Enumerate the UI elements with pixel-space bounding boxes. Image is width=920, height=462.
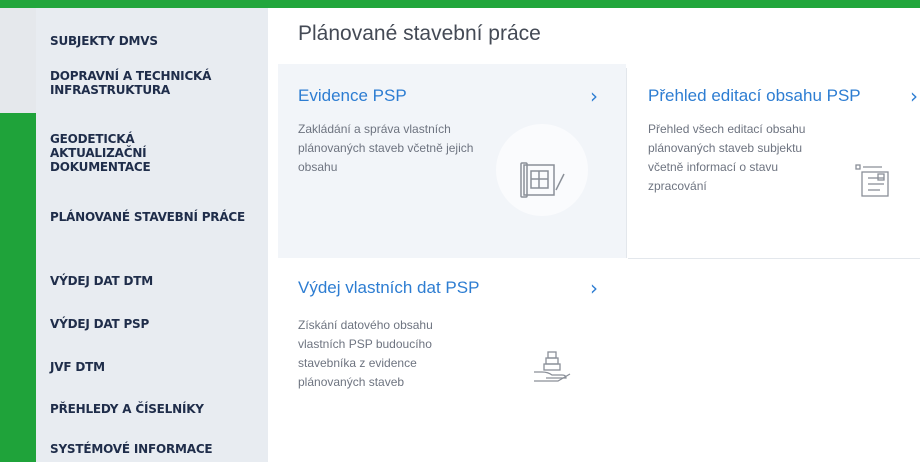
card-vydej-vlastnich-dat-description: Získání datového obsahu vlastních PSP bu… — [298, 318, 433, 389]
hand-data-icon — [534, 351, 571, 382]
top-accent-bar — [0, 0, 920, 8]
card-prehled-editaci-title[interactable]: Přehled editací obsahu PSP — [648, 86, 861, 106]
chevron-right-icon[interactable]: › — [910, 86, 918, 106]
blueprint-icon — [520, 162, 565, 198]
sidebar-item-subjekty-dmvs[interactable]: SUBJEKTY DMVS — [36, 34, 168, 48]
card-grid-divider-horizontal — [628, 258, 920, 259]
page-title: Plánované stavební práce — [298, 22, 541, 45]
sidebar-item-vydej-dat-dtm[interactable]: VÝDEJ DAT DTM — [36, 274, 163, 288]
sidebar-item-systemove-informace[interactable]: SYSTÉMOVÉ INFORMACE — [36, 442, 222, 456]
card-grid-divider-vertical — [626, 68, 627, 258]
chevron-right-icon[interactable]: › — [590, 86, 598, 106]
sidebar-item-prehledy-ciselniky[interactable]: PŘEHLEDY A ČÍSELNÍKY — [36, 402, 214, 416]
card-evidence-psp[interactable]: Evidence PSP › Zakládání a správa vlastn… — [278, 64, 626, 258]
left-edge-panel — [0, 8, 36, 113]
card-prehled-editaci-description: Přehled všech editací obsahu plánovaných… — [648, 122, 806, 193]
card-evidence-psp-title[interactable]: Evidence PSP — [298, 86, 407, 106]
card-vydej-vlastnich-dat-title[interactable]: Výdej vlastních dat PSP — [298, 278, 479, 298]
sidebar-item-dopravni-technicka-infrastruktura[interactable]: DOPRAVNÍ A TECHNICKÁ INFRASTRUKTURA — [36, 69, 260, 97]
main-content: Plánované stavební práce Evidence PSP › … — [268, 8, 920, 462]
left-accent-bar — [0, 113, 36, 462]
chevron-right-icon[interactable]: › — [590, 278, 598, 298]
sidebar-item-jvf-dtm[interactable]: JVF DTM — [36, 360, 115, 374]
sidebar-nav: SUBJEKTY DMVS DOPRAVNÍ A TECHNICKÁ INFRA… — [36, 8, 268, 462]
card-evidence-psp-description: Zakládání a správa vlastních plánovaných… — [298, 122, 474, 174]
card-prehled-editaci[interactable]: Přehled editací obsahu PSP › Přehled vše… — [628, 64, 920, 258]
sidebar-item-planovane-stavebni-prace[interactable]: PLÁNOVANÉ STAVEBNÍ PRÁCE — [36, 210, 260, 224]
card-vydej-vlastnich-dat[interactable]: Výdej vlastních dat PSP › Získání datové… — [278, 260, 626, 440]
sidebar-item-geodeticka-aktualizacni-dokumentace[interactable]: GEODETICKÁ AKTUALIZAČNÍ DOKUMENTACE — [36, 132, 210, 174]
checklist-icon — [855, 164, 889, 197]
sidebar-item-vydej-dat-psp[interactable]: VÝDEJ DAT PSP — [36, 317, 159, 331]
